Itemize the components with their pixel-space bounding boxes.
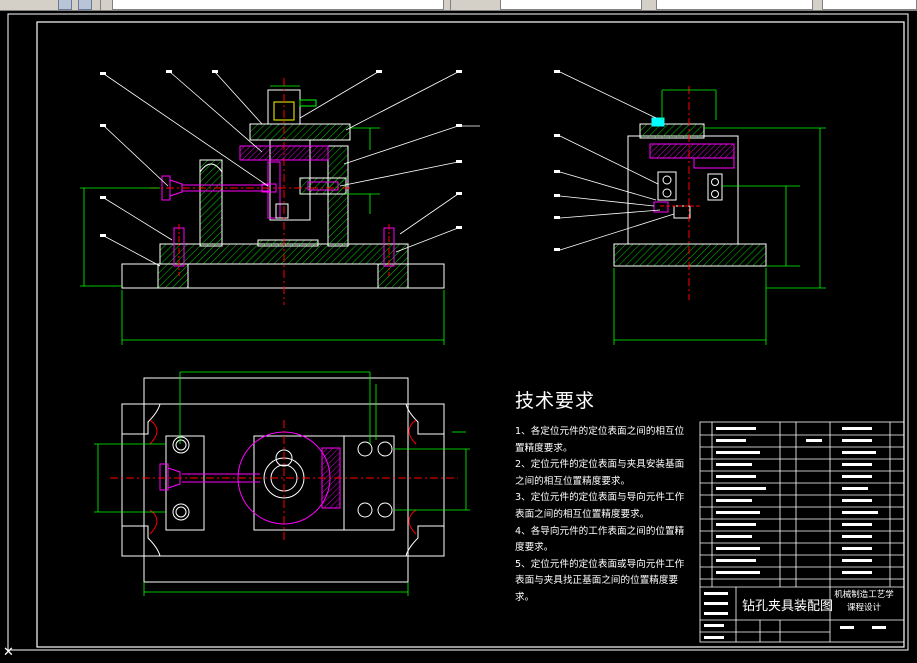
ucs-icon: ✕ bbox=[3, 645, 14, 660]
lineweight-dropdown[interactable] bbox=[822, 0, 917, 10]
linetype-dropdown[interactable] bbox=[656, 0, 813, 10]
tech-requirement-item: 1、各定位元件的定位表面之间的相互位置精度要求。 bbox=[515, 426, 685, 454]
tech-requirements-title: 技术要求 bbox=[515, 390, 596, 412]
layer-manager-button[interactable] bbox=[58, 0, 72, 10]
side-view bbox=[613, 86, 767, 300]
title-block-line2: 课程设计 bbox=[846, 603, 881, 613]
inner-border bbox=[36, 21, 905, 648]
drawing-canvas[interactable] bbox=[0, 11, 917, 663]
top-view-dimensions bbox=[94, 371, 470, 596]
tech-requirement-item: 3、定位元件的定位表面与导向元件工作表面之间的相互位置精度要求。 bbox=[515, 492, 685, 520]
title-block-line1: 机械制造工艺学 bbox=[834, 590, 894, 600]
layer-state-button[interactable] bbox=[78, 0, 92, 10]
tech-requirement-item: 2、定位元件的定位表面与夹具安装基面之间的相互位置精度要求。 bbox=[515, 459, 685, 487]
toolbar bbox=[0, 0, 917, 11]
top-view bbox=[110, 377, 458, 583]
layer-dropdown[interactable] bbox=[112, 0, 444, 10]
side-view-leaders bbox=[559, 71, 675, 251]
drawing-title: 钻孔夹具装配图 bbox=[742, 599, 834, 614]
tech-requirements-list: 1、各定位元件的定位表面之间的相互位置精度要求。 2、定位元件的定位表面与夹具安… bbox=[515, 424, 685, 607]
color-dropdown[interactable] bbox=[500, 0, 642, 10]
front-view bbox=[121, 78, 445, 305]
front-view-leaders bbox=[103, 71, 480, 267]
title-block-school: 机械制造工艺学 课程设计 bbox=[833, 589, 895, 615]
tech-requirement-item: 4、各导向元件的工作表面之间的位置精度要求。 bbox=[515, 525, 685, 554]
tech-requirement-item: 5、定位元件的定位表面或导向元件工作表面与夹具找正基面之间的位置精度要求。 bbox=[515, 558, 685, 603]
